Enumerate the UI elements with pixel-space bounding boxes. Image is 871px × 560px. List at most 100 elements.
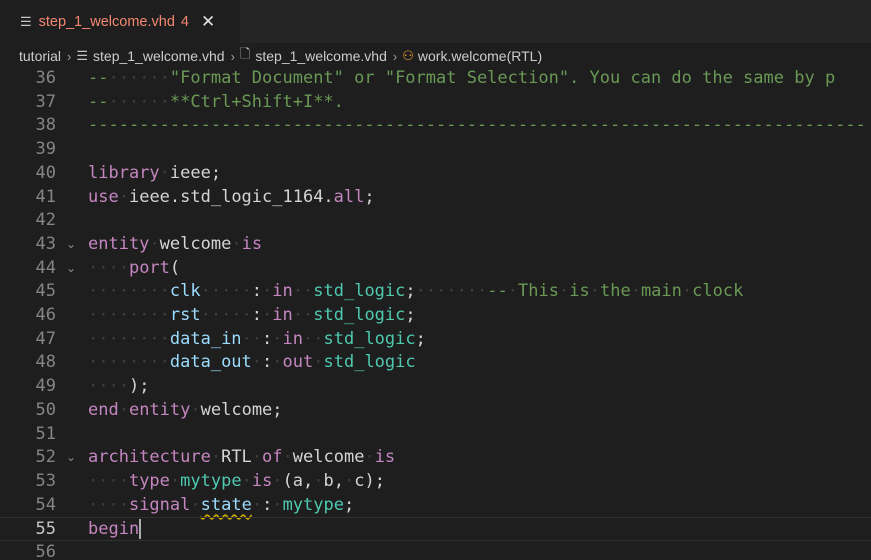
code-token: type: [128, 470, 170, 491]
code-token: out: [282, 352, 314, 373]
code-text: --······"Format Document" or "Format Sel…: [88, 67, 835, 91]
code-text: architecture·RTL·of·welcome·is: [88, 446, 395, 470]
code-line[interactable]: 56: [0, 541, 871, 560]
code-token: welcome: [159, 233, 232, 254]
code-line[interactable]: 43 ⌄ entity·welcome·is: [0, 233, 871, 257]
code-line[interactable]: 45 ········clk·····:·in··std_logic;······…: [0, 280, 871, 304]
breadcrumb-design-unit[interactable]: step_1_welcome.vhd: [255, 48, 387, 64]
code-token: --: [487, 281, 508, 302]
code-token: welcome;: [200, 399, 283, 420]
code-token: ·: [190, 494, 201, 515]
code-token: ·: [344, 470, 355, 491]
chevron-right-icon: ›: [67, 48, 72, 64]
line-number: 52: [35, 447, 56, 468]
code-line[interactable]: 42: [0, 209, 871, 233]
code-token: is: [241, 233, 263, 254]
code-line[interactable]: 46 ········rst·····:·in··std_logic;: [0, 304, 871, 328]
code-token: all: [333, 186, 365, 207]
code-line[interactable]: 40 library·ieee;: [0, 162, 871, 186]
code-token: std_logic: [323, 328, 416, 349]
code-text: ········rst·····:·in··std_logic;: [88, 304, 416, 328]
code-text: ····);: [88, 375, 149, 399]
code-token: data_out: [169, 352, 252, 373]
fold-chevron-icon[interactable]: ⌄: [66, 446, 76, 470]
code-text: ····type·mytype·is·(a,·b,·c);: [88, 470, 385, 494]
code-line[interactable]: 48 ········data_out·:·out·std_logic: [0, 351, 871, 375]
code-token: ·: [272, 494, 283, 515]
file-lines-icon: ☰: [76, 48, 89, 63]
code-token: ····: [88, 494, 129, 515]
code-token: ·: [190, 399, 201, 420]
code-token: ·: [118, 399, 129, 420]
code-line[interactable]: 53 ····type·mytype·is·(a,·b,·c);: [0, 470, 871, 494]
code-line[interactable]: 38 --------------------------------------…: [0, 114, 871, 138]
code-token: end: [88, 399, 119, 420]
fold-chevron-icon[interactable]: ⌄: [66, 257, 76, 281]
code-text: begin: [88, 518, 142, 542]
code-token: ·····: [200, 281, 252, 302]
code-token: ieee.std_logic_1164.: [128, 186, 334, 207]
file-icon: 🗋: [239, 46, 251, 61]
code-token: main: [640, 281, 682, 302]
code-token: ·: [169, 470, 181, 491]
code-line[interactable]: 52 ⌄ architecture·RTL·of·welcome·is: [0, 446, 871, 470]
code-token: :: [251, 305, 263, 325]
fold-chevron-icon[interactable]: ⌄: [66, 233, 76, 257]
code-line[interactable]: 39: [0, 138, 871, 162]
code-token: ·: [262, 281, 273, 302]
code-token: This: [518, 281, 559, 302]
code-line[interactable]: 54 ····signal·state·:·mytype;: [0, 494, 871, 518]
code-line[interactable]: 47 ········data_in··:·in··std_logic;: [0, 328, 871, 352]
line-number: 37: [35, 91, 56, 112]
code-token: ·: [251, 494, 263, 515]
code-token: --: [88, 68, 109, 88]
code-token: mytype: [282, 494, 344, 515]
code-token: ··: [292, 305, 314, 325]
line-number: 48: [35, 352, 56, 373]
line-number: 45: [35, 281, 56, 302]
code-line[interactable]: 50 end·entity·welcome;: [0, 399, 871, 423]
breadcrumb: tutorial › ☰ step_1_welcome.vhd › 🗋 step…: [0, 43, 871, 69]
breadcrumb-folder[interactable]: tutorial: [19, 48, 61, 64]
code-line[interactable]: 49 ····);: [0, 375, 871, 399]
close-icon[interactable]: ✕: [201, 12, 215, 32]
line-number: 47: [35, 328, 56, 349]
editor-tab-active[interactable]: ☰ step_1_welcome.vhd 4 ✕: [0, 0, 240, 43]
code-token: entity: [88, 233, 150, 254]
code-token: ·: [272, 352, 283, 373]
symbol-class-icon: ⚇: [402, 48, 414, 63]
code-line[interactable]: 55 begin: [0, 517, 871, 541]
code-editor[interactable]: 36 --······"Format Document" or "Format S…: [0, 67, 871, 560]
line-number: 50: [35, 399, 56, 420]
code-text: ····port(: [88, 257, 180, 281]
line-number: 41: [35, 186, 56, 207]
code-token: ····: [88, 376, 129, 397]
line-number: 53: [35, 470, 56, 491]
line-number: 38: [35, 115, 56, 136]
line-number: 44: [35, 257, 56, 278]
breadcrumb-symbol[interactable]: work.welcome(RTL): [418, 48, 542, 64]
code-token: ·: [241, 470, 252, 491]
code-token: rst: [169, 305, 201, 325]
code-token: :: [251, 281, 263, 302]
code-token: begin: [88, 519, 140, 540]
code-token: ·: [630, 281, 641, 302]
code-token: ·: [364, 447, 375, 468]
code-token: ·: [681, 281, 693, 302]
code-token: "Format Document" or "Format Selection".…: [169, 68, 836, 88]
code-token: entity: [128, 399, 191, 420]
warning-squiggle-token[interactable]: state: [201, 495, 252, 515]
code-line[interactable]: 36 --······"Format Document" or "Format S…: [0, 67, 871, 91]
code-token: ······: [108, 91, 170, 112]
code-line[interactable]: 51: [0, 423, 871, 447]
code-line[interactable]: 41 use·ieee.std_logic_1164.all;: [0, 186, 871, 210]
code-line[interactable]: 44 ⌄ ····port(: [0, 257, 871, 281]
code-token: ·: [558, 281, 570, 302]
code-token: ;: [343, 494, 355, 515]
breadcrumb-file[interactable]: step_1_welcome.vhd: [93, 48, 225, 64]
code-text: ········clk·····:·in··std_logic;·······-…: [88, 280, 743, 304]
code-token: ·: [282, 447, 293, 468]
code-token: ········: [88, 328, 170, 349]
code-line[interactable]: 37 --······**Ctrl+Shift+I**.: [0, 91, 871, 115]
code-token: ·····: [200, 305, 252, 325]
